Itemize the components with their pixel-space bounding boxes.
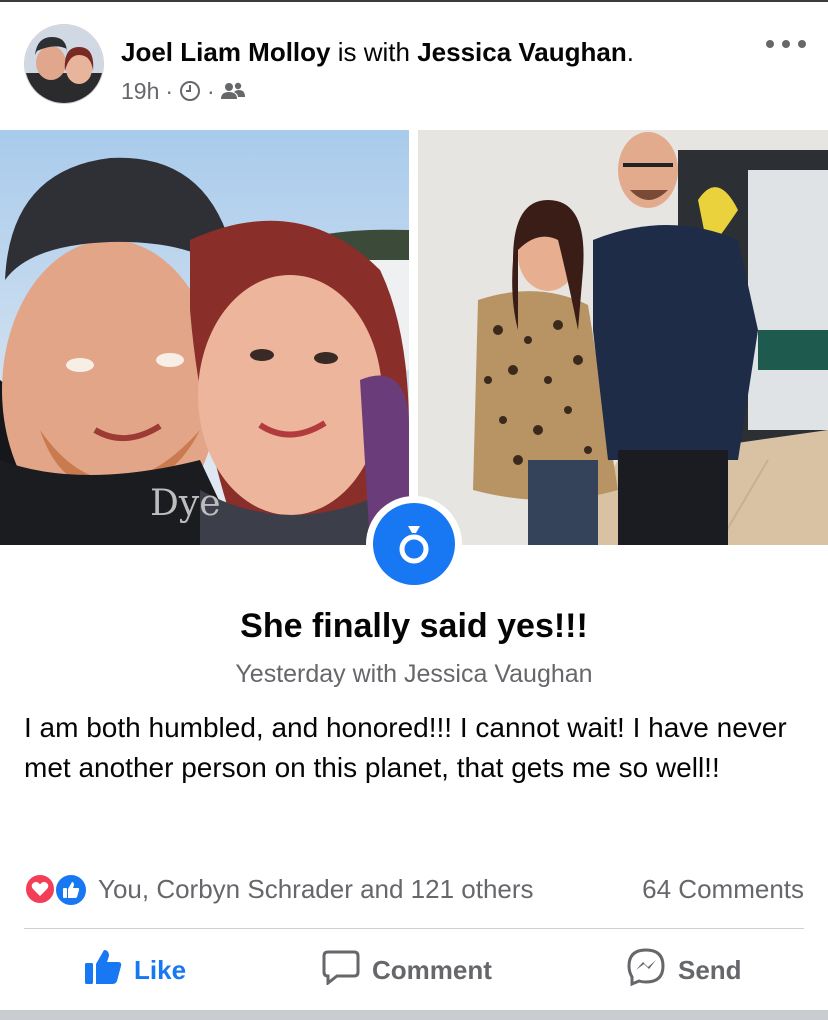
ring-icon [373,503,455,585]
thumbs-up-icon [84,949,122,992]
reactions-summary: You, Corbyn Schrader and 121 others 64 C… [24,870,804,910]
post-actions-bar: Like Comment Send [0,930,828,1010]
love-icon [24,873,56,905]
reactions-text[interactable]: You, Corbyn Schrader and 121 others [98,872,534,906]
post-body-text: I am both humbled, and honored!!! I cann… [24,712,787,783]
like-button[interactable]: Like [84,948,186,992]
friends-icon [220,81,245,101]
profile-avatar[interactable] [24,24,104,104]
like-icon [54,873,88,907]
comments-count[interactable]: 64 Comments [642,872,804,906]
comment-bubble-icon [322,949,360,992]
actions-divider [24,928,804,929]
send-button[interactable]: Send [626,947,742,994]
selfie-photo[interactable]: Dye [0,130,409,545]
comment-label: Comment [372,954,492,985]
life-event-title: She finally said yes!!! [240,607,588,645]
svg-text:Dye: Dye [150,483,221,524]
feed-separator [0,1010,828,1020]
reaction-icons[interactable] [24,873,90,907]
clock-icon [179,80,201,102]
avatar-photo-icon [25,25,103,103]
post-time[interactable]: 19h [121,76,159,106]
post-meta: 19h · · [121,76,245,106]
with-text: is with [330,37,418,67]
meta-separator-2: · [207,78,215,104]
meta-separator-1: · [165,78,174,104]
like-label: Like [134,954,187,985]
post-author-line: Joel Liam Molloy is with Jessica Vaughan… [121,35,634,69]
author-line-period: . [626,37,634,67]
more-options-icon[interactable] [766,32,806,56]
life-event-subtitle: Yesterday with Jessica Vaughan [235,660,593,688]
comment-button[interactable]: Comment [322,948,492,992]
author-name[interactable]: Joel Liam Molloy [121,37,331,67]
send-label: Send [678,954,742,985]
couple-standing-photo[interactable] [418,130,828,545]
post-header: Joel Liam Molloy is with Jessica Vaughan… [0,2,828,128]
messenger-icon [626,947,666,994]
life-event-badge [366,496,462,592]
photo-collage: Dye [0,130,828,545]
tagged-name[interactable]: Jessica Vaughan [417,37,627,67]
